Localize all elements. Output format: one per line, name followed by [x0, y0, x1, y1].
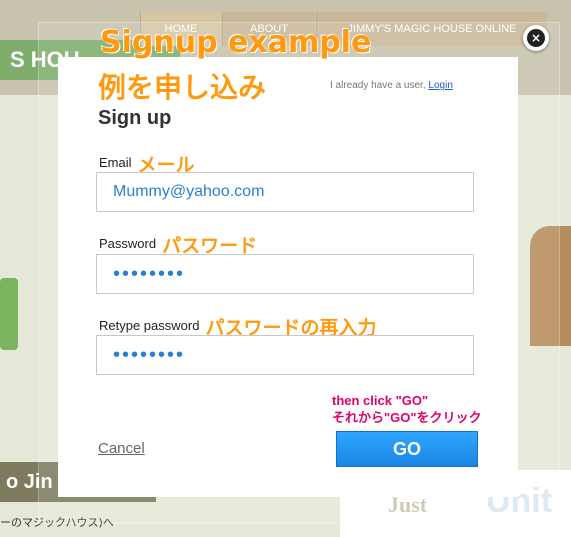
annotation-title-jp: 例を申し込み: [98, 71, 267, 104]
go-annotation: then click "GO" それから"GO"をクリック: [332, 392, 482, 426]
dialog-title: Sign up: [98, 107, 172, 129]
email-field[interactable]: Mummy@yahoo.com: [96, 172, 474, 212]
login-link[interactable]: Login: [428, 80, 452, 91]
cancel-link[interactable]: Cancel: [98, 440, 145, 457]
annotation-title-en: Signup example: [100, 25, 372, 60]
go-annotation-en: then click "GO": [332, 393, 429, 408]
password-label: Password: [99, 235, 157, 251]
close-icon: ×: [527, 29, 545, 47]
background-green-strip: [0, 278, 18, 350]
go-annotation-jp: それから"GO"をクリック: [332, 410, 482, 425]
email-label: Email: [99, 154, 132, 170]
existing-user-text: I already have a user,: [330, 80, 426, 91]
retype-password-label: Retype password: [99, 317, 200, 333]
go-button[interactable]: GO: [336, 431, 478, 467]
retype-password-field[interactable]: ••••••••: [96, 335, 474, 375]
close-button[interactable]: ×: [523, 25, 549, 51]
password-field[interactable]: ••••••••: [96, 254, 474, 294]
existing-user-prompt: I already have a user, Login: [330, 80, 453, 91]
